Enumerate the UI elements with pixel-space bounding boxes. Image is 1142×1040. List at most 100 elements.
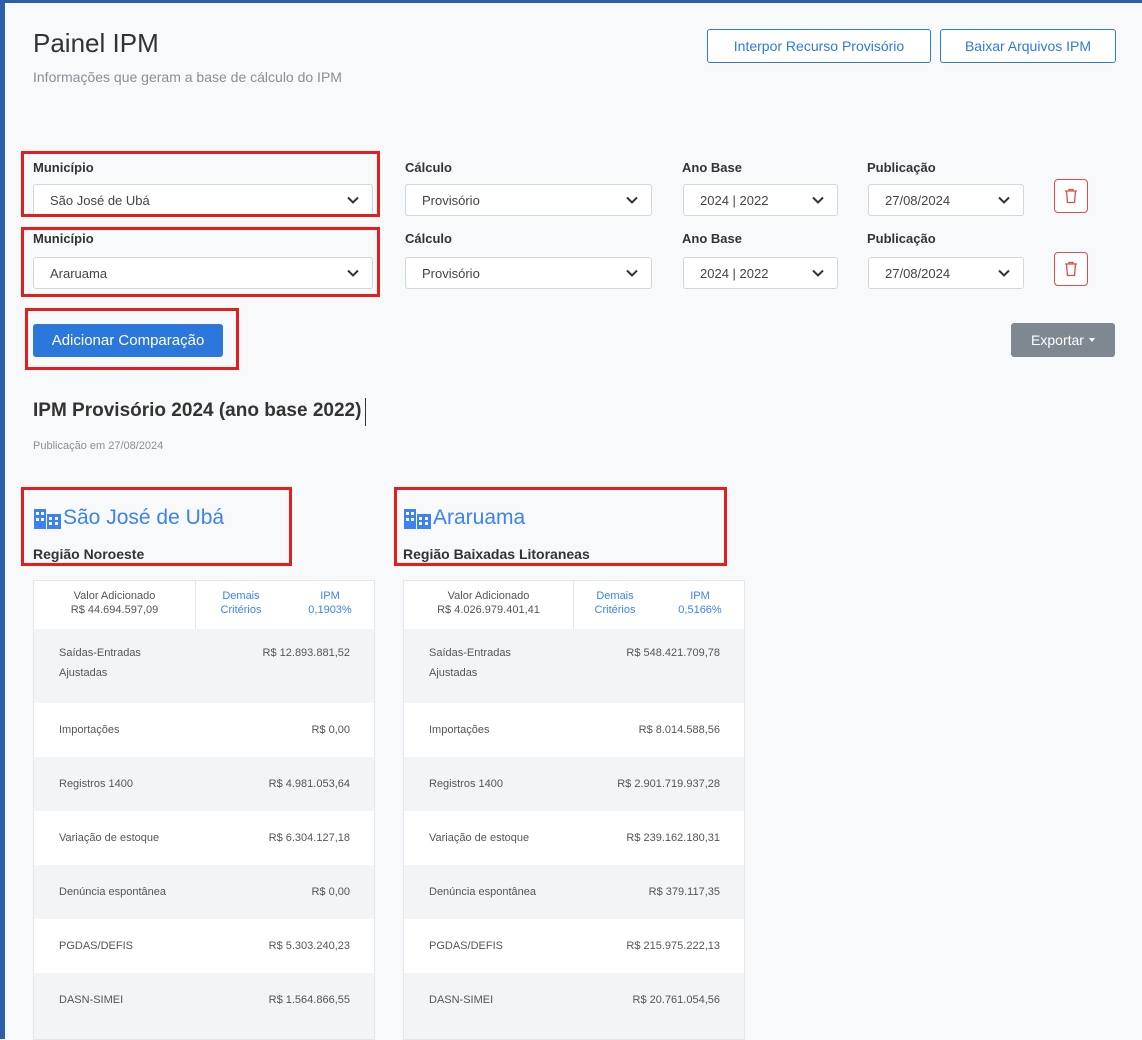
chevron-down-icon [347,196,359,204]
table-row: Variação de estoque R$ 6.304.127,18 [34,811,374,865]
calculo-select-value: Provisório [422,265,480,281]
remove-comparison-button-1[interactable] [1054,179,1088,213]
publication-date: Publicação em 27/08/2024 [33,440,164,452]
table-row: DASN-SIMEI R$ 20.761.054,56 [404,973,744,1039]
publicacao-select-2[interactable]: 27/08/2024 [868,257,1024,289]
municipio-select-value: Araruama [50,265,108,281]
row-label: Saídas-Entradas Ajustadas [59,647,141,679]
tab-label: Demais [596,590,634,602]
tab-label: Critérios [220,604,262,616]
ano-base-label: Ano Base [682,231,742,246]
row-value: R$ 215.975.222,13 [626,940,720,952]
city-name: Araruama [433,506,526,529]
city-name: São José de Ubá [63,506,225,529]
ano-base-label: Ano Base [682,160,742,175]
tab-label: Valor Adicionado [73,590,156,602]
interpor-recurso-button[interactable]: Interpor Recurso Provisório [707,29,931,63]
municipio-select-2[interactable]: Araruama [33,257,373,289]
ano-base-select-value: 2024 | 2022 [700,192,769,208]
tab-value: R$ 44.694.597,09 [70,604,159,616]
row-label: DASN-SIMEI [59,994,124,1006]
chevron-down-icon [998,269,1010,277]
tab-ipm[interactable]: IPM 0,1903% [286,581,374,629]
chevron-down-icon [812,196,824,204]
row-label: Importações [429,724,490,736]
row-value: R$ 239.162.180,31 [626,832,720,844]
tab-valor-adicionado[interactable]: Valor Adicionado R$ 4.026.979.401,41 [404,581,574,629]
row-value: R$ 1.564.866,55 [268,994,350,1006]
table-row: Saídas-Entradas Ajustadas R$ 12.893.881,5… [34,629,374,703]
calculo-label: Cálculo [405,231,452,246]
row-label: Variação de estoque [429,832,530,844]
remove-comparison-button-2[interactable] [1054,252,1088,286]
table-row: Registros 1400 R$ 2.901.719.937,28 [404,757,744,811]
ano-base-select-1[interactable]: 2024 | 2022 [683,184,838,216]
card-tabs: Valor Adicionado R$ 4.026.979.401,41 Dem… [404,581,744,630]
tab-valor-adicionado[interactable]: Valor Adicionado R$ 44.694.597,09 [34,581,196,629]
tab-demais-criterios[interactable]: Demais Critérios [196,581,286,629]
window-frame-left [0,0,5,1039]
row-value: R$ 548.421.709,78 [626,647,720,659]
add-comparison-button[interactable]: Adicionar Comparação [33,324,223,357]
table-row: PGDAS/DEFIS R$ 215.975.222,13 [404,919,744,973]
export-label: Exportar [1031,332,1084,348]
table-row: Denúncia espontânea R$ 379.117,35 [404,865,744,919]
tab-value: 0,1903% [308,604,352,616]
publicacao-select-1[interactable]: 27/08/2024 [868,184,1024,216]
card-body: Saídas-Entradas Ajustadas R$ 12.893.881,5… [34,629,374,1039]
card-tabs: Valor Adicionado R$ 44.694.597,09 Demais… [34,581,374,630]
row-value: R$ 5.303.240,23 [268,940,350,952]
baixar-arquivos-button[interactable]: Baixar Arquivos IPM [940,29,1116,63]
region-name: Região Baixadas Litoraneas [403,546,590,562]
calculo-select-1[interactable]: Provisório [405,184,652,216]
city-card-2: Valor Adicionado R$ 4.026.979.401,41 Dem… [403,580,745,1040]
publicacao-select-value: 27/08/2024 [885,192,951,208]
row-label: DASN-SIMEI [429,994,494,1006]
export-dropdown-button[interactable]: Exportar [1011,323,1115,357]
page-subtitle: Informações que geram a base de cálculo … [33,69,342,85]
row-label: Saídas-Entradas Ajustadas [429,647,511,679]
caret-down-icon [1088,338,1095,342]
tab-value: 0,5166% [678,604,722,616]
row-value: R$ 4.981.053,64 [268,778,350,790]
region-name: Região Noroeste [33,546,145,562]
municipio-select-1[interactable]: São José de Ubá [33,184,373,216]
municipio-label: Município [33,231,94,246]
publicacao-select-value: 27/08/2024 [885,265,951,281]
row-label: Denúncia espontânea [429,886,537,898]
table-row: DASN-SIMEI R$ 1.564.866,55 [34,973,374,1039]
page-title: Painel IPM [33,28,159,58]
ano-base-select-value: 2024 | 2022 [700,265,769,281]
text-cursor [365,398,366,426]
publicacao-label: Publicação [867,160,936,175]
chevron-down-icon [626,269,638,277]
trash-icon [1065,261,1077,277]
row-value: R$ 12.893.881,52 [262,647,350,659]
tab-value: R$ 4.026.979.401,41 [437,604,540,616]
tab-label: IPM [690,590,710,602]
row-value: R$ 8.014.588,56 [638,724,720,736]
tab-label: IPM [320,590,340,602]
tab-demais-criterios[interactable]: Demais Critérios [574,581,656,629]
row-label: PGDAS/DEFIS [429,940,503,952]
row-label: Registros 1400 [429,778,503,790]
municipio-select-value: São José de Ubá [50,192,150,208]
calculo-select-value: Provisório [422,192,480,208]
tab-label: Critérios [594,604,636,616]
row-value: R$ 20.761.054,56 [632,994,720,1006]
row-value: R$ 0,00 [311,886,350,898]
city-card-1: Valor Adicionado R$ 44.694.597,09 Demais… [33,580,375,1040]
calculo-select-2[interactable]: Provisório [405,257,652,289]
table-row: Saídas-Entradas Ajustadas R$ 548.421.709,… [404,629,744,703]
chevron-down-icon [998,196,1010,204]
publicacao-label: Publicação [867,231,936,246]
table-row: Registros 1400 R$ 4.981.053,64 [34,757,374,811]
municipio-label: Município [33,160,94,175]
tab-ipm[interactable]: IPM 0,5166% [656,581,744,629]
row-value: R$ 0,00 [311,724,350,736]
trash-icon [1065,188,1077,204]
ano-base-select-2[interactable]: 2024 | 2022 [683,257,838,289]
tab-label: Demais [222,590,260,602]
chevron-down-icon [626,196,638,204]
building-icon [34,509,61,529]
